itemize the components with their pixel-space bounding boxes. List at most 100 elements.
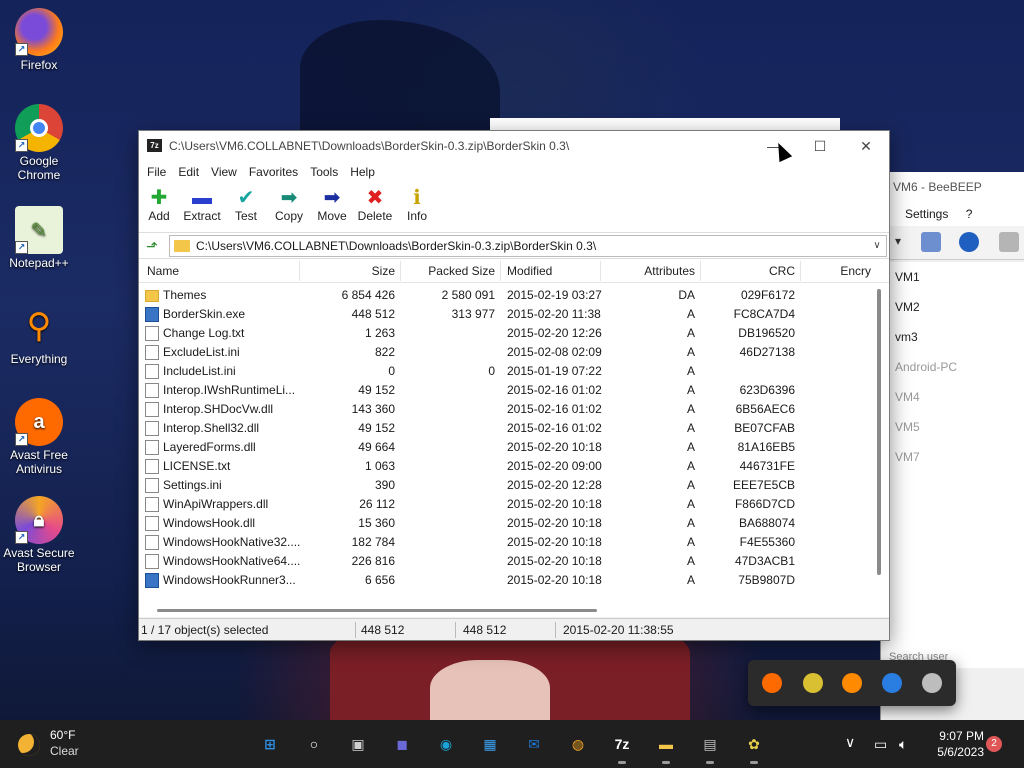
taskbar-task-view-button[interactable]: ▣ — [342, 728, 374, 760]
desktop-icon-chrome[interactable]: ↗ Google Chrome — [2, 104, 76, 182]
table-row[interactable]: Interop.Shell32.dll 49 152 2015-02-16 01:0… — [139, 419, 889, 438]
user-item[interactable]: VM4 — [895, 382, 1010, 412]
taskbar-beebeep-button[interactable]: ✿ — [738, 728, 770, 764]
desktop-icon-everything[interactable]: ⚲ Everything — [2, 302, 76, 366]
cell-name: IncludeList.ini — [163, 364, 236, 378]
user-item[interactable]: VM1 — [895, 262, 1010, 292]
table-row[interactable]: BorderSkin.exe 448 512 313 977 2015-02-20 1… — [139, 305, 889, 324]
add-button[interactable]: ✚ Add — [137, 187, 181, 223]
user-item[interactable]: VM2 — [895, 292, 1010, 322]
cell-size: 1 263 — [364, 326, 395, 340]
file-icon — [145, 364, 159, 379]
clock-time: 9:07 PM — [939, 729, 984, 743]
taskbar-store-button[interactable]: ▦ — [474, 728, 506, 760]
desktop-icon-notepadpp[interactable]: ✎ ↗ Notepad++ — [2, 206, 76, 270]
col-encrypted[interactable]: Encry — [801, 259, 871, 283]
table-row[interactable]: Interop.IWshRuntimeLi... 49 152 2015-02-16… — [139, 381, 889, 400]
menu-tools[interactable]: Tools — [304, 161, 344, 183]
user-item[interactable]: VM5 — [895, 412, 1010, 442]
taskbar-notepad-button[interactable]: ▤ — [694, 728, 726, 764]
col-crc[interactable]: CRC — [701, 259, 795, 283]
chevron-down-icon[interactable]: ∨ — [870, 236, 884, 256]
desktop-icon-avast-browser[interactable]: 🔒︎ ↗ Avast Secure Browser — [2, 496, 76, 574]
col-packed-size[interactable]: Packed Size — [401, 259, 495, 283]
taskbar-chat-button[interactable]: ◼ — [386, 728, 418, 760]
table-row[interactable]: LICENSE.txt 1 063 2015-02-20 09:00 A 446731F… — [139, 457, 889, 476]
table-row[interactable]: LayeredForms.dll 49 664 2015-02-20 10:18 A 8… — [139, 438, 889, 457]
notification-badge[interactable]: 2 — [986, 736, 1002, 752]
table-row[interactable]: WindowsHookRunner3... 6 656 2015-02-20 10:… — [139, 571, 889, 590]
everything-tray-icon[interactable] — [842, 673, 862, 693]
col-modified[interactable]: Modified — [507, 259, 552, 283]
copy-button[interactable]: ➡ Copy — [267, 187, 311, 223]
table-row[interactable]: WindowsHook.dll 15 360 2015-02-20 10:18 A BA… — [139, 514, 889, 533]
extract-button[interactable]: ▬ Extract — [180, 187, 224, 223]
table-row[interactable]: Change Log.txt 1 263 2015-02-20 12:26 A DB19… — [139, 324, 889, 343]
cell-name: WinApiWrappers.dll — [163, 497, 269, 511]
col-name[interactable]: Name — [147, 259, 179, 283]
menu-file[interactable]: File — [141, 161, 172, 183]
up-folder-icon[interactable]: ⬏ — [143, 237, 161, 255]
beebeep-menu-settings[interactable]: Settings — [905, 207, 948, 221]
table-row[interactable]: Interop.SHDocVw.dll 143 360 2015-02-16 01:… — [139, 400, 889, 419]
table-row[interactable]: Themes 6 854 426 2 580 091 2015-02-19 03:27… — [139, 286, 889, 305]
menu-favorites[interactable]: Favorites — [243, 161, 304, 183]
menu-help[interactable]: Help — [344, 161, 381, 183]
defender-tray-icon[interactable] — [882, 673, 902, 693]
chevron-up-icon[interactable]: ∨ — [845, 734, 855, 751]
beebeep-tray-icon[interactable] — [803, 673, 823, 693]
sevenzip-app-icon: 7z — [147, 139, 162, 152]
avast-tray-icon[interactable] — [762, 673, 782, 693]
share-icon[interactable] — [999, 232, 1019, 252]
beebeep-menu-help[interactable]: ? — [966, 207, 973, 221]
file-icon — [145, 421, 159, 436]
column-separator[interactable] — [500, 261, 501, 281]
vertical-scrollbar[interactable] — [877, 289, 881, 575]
cell-modified: 2015-02-20 10:18 — [507, 440, 602, 454]
info-button[interactable]: ℹ Info — [395, 187, 439, 223]
dropdown-icon[interactable]: ▾ — [895, 234, 901, 248]
col-attributes[interactable]: Attributes — [601, 259, 695, 283]
address-input[interactable]: C:\Users\VM6.COLLABNET\Downloads\BorderS… — [169, 235, 887, 257]
table-row[interactable]: ExcludeList.ini 822 2015-02-08 02:09 A 46D27… — [139, 343, 889, 362]
horizontal-scrollbar[interactable] — [157, 609, 597, 612]
user-item[interactable]: Android-PC — [895, 352, 1010, 382]
table-row[interactable]: WinApiWrappers.dll 26 112 2015-02-20 10:18… — [139, 495, 889, 514]
delete-button[interactable]: ✖ Delete — [353, 187, 397, 223]
col-size[interactable]: Size — [299, 259, 395, 283]
desktop-icon-avast-antivirus[interactable]: a ↗ Avast Free Antivirus — [2, 398, 76, 476]
user-item[interactable]: vm3 — [895, 322, 1010, 352]
table-row[interactable]: WindowsHookNative32.... 182 784 2015-02-20… — [139, 533, 889, 552]
settings-tool-icon[interactable] — [921, 232, 941, 252]
move-button[interactable]: ➡ Move — [310, 187, 354, 223]
table-row[interactable]: Settings.ini 390 2015-02-20 12:28 A EEE7E5CB — [139, 476, 889, 495]
maximize-button[interactable]: ☐ — [797, 131, 843, 161]
sevenzip-window[interactable]: 7z C:\Users\VM6.COLLABNET\Downloads\Bord… — [138, 130, 890, 641]
taskbar-file-explorer-button[interactable]: ▬ — [650, 728, 682, 764]
taskbar-edge-button[interactable]: ◉ — [430, 728, 462, 760]
menu-view[interactable]: View — [205, 161, 243, 183]
volume-icon[interactable]: 🔈︎ — [899, 736, 907, 753]
cell-modified: 2015-02-20 10:18 — [507, 573, 602, 587]
table-row[interactable]: WindowsHookNative64.... 226 816 2015-02-20… — [139, 552, 889, 571]
clock[interactable]: 9:07 PM 5/6/2023 — [937, 728, 984, 760]
network-icon[interactable]: ▭ — [874, 736, 887, 753]
taskbar: 60°F Clear ⊞ ○ ▣ ◼ ◉ ▦ ✉ ◍ 7z ▬ ▤ ✿ ∨ ▭ 🔈︎ 9:07 PM … — [0, 720, 1024, 768]
desktop-icon-firefox[interactable]: ↗ Firefox — [2, 8, 76, 72]
taskbar-mail-button[interactable]: ✉ — [518, 728, 550, 760]
file-list[interactable]: Name Size Packed Size Modified Attribute… — [139, 259, 889, 617]
network-icon[interactable] — [959, 232, 979, 252]
taskbar-search-button[interactable]: ○ — [298, 728, 330, 760]
taskbar-start-button[interactable]: ⊞ — [254, 728, 286, 760]
table-row[interactable]: IncludeList.ini 0 0 2015-01-19 07:22 A — [139, 362, 889, 381]
menu-edit[interactable]: Edit — [172, 161, 205, 183]
test-button[interactable]: ✔ Test — [224, 187, 268, 223]
close-button[interactable]: ✕ — [843, 131, 889, 161]
hidden-app-tray-icon[interactable] — [922, 673, 942, 693]
taskbar-avast-browser-button[interactable]: ◍ — [562, 728, 594, 760]
beebeep-window[interactable]: VM6 - BeeBEEP Settings ? ▾ VM1 VM2 vm3 A… — [880, 172, 1024, 720]
taskbar-7zip-button[interactable]: 7z — [606, 728, 638, 764]
cell-modified: 2015-02-08 02:09 — [507, 345, 602, 359]
cell-crc: EEE7E5CB — [732, 478, 795, 492]
user-item[interactable]: VM7 — [895, 442, 1010, 472]
